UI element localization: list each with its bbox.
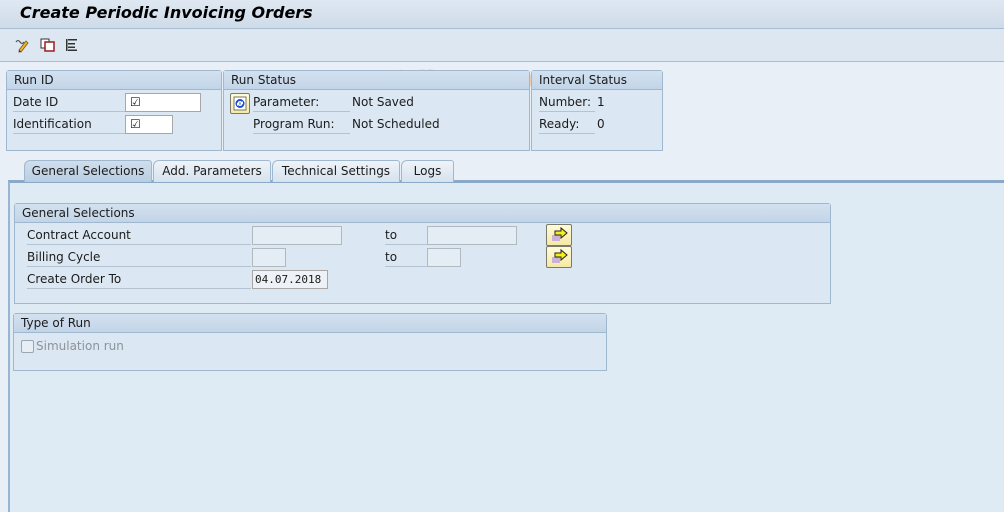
run-status-header: Run Status [224, 71, 529, 90]
contract-account-label: Contract Account [27, 226, 251, 245]
ready-value: 0 [597, 117, 605, 131]
type-of-run-header: Type of Run [14, 314, 606, 333]
identification-field[interactable]: ☑ [125, 115, 173, 134]
create-order-to-label: Create Order To [27, 270, 251, 289]
program-run-label: Program Run: [253, 115, 350, 134]
billing-cycle-multiple-selection-button[interactable] [546, 246, 572, 268]
application-toolbar: © www.tutorialkart.com [0, 29, 1004, 91]
copy-icon[interactable] [40, 37, 56, 53]
simulation-run-label: Simulation run [36, 339, 124, 353]
general-selections-group: General Selections Contract Account to B… [14, 203, 831, 304]
refresh-icon [233, 96, 247, 111]
identification-label: Identification [13, 115, 125, 134]
interval-status-group: Interval Status Number: 1 Ready: 0 [531, 70, 663, 151]
number-value: 1 [597, 95, 605, 109]
simulation-run-checkbox[interactable] [21, 340, 34, 353]
date-id-label: Date ID [13, 93, 125, 112]
list-icon[interactable] [64, 37, 80, 53]
tab-logs[interactable]: Logs [401, 160, 454, 182]
parameter-label: Parameter: [253, 93, 350, 112]
tab-technical-settings[interactable]: Technical Settings [272, 160, 400, 182]
title-bar: Create Periodic Invoicing Orders [0, 0, 1004, 29]
contract-account-to-label: to [385, 226, 427, 245]
tab-general-selections[interactable]: General Selections [24, 160, 152, 182]
run-id-header: Run ID [7, 71, 221, 90]
tab-add-parameters[interactable]: Add. Parameters [153, 160, 271, 182]
type-of-run-group: Type of Run Simulation run [13, 313, 607, 371]
contract-account-from-field[interactable] [252, 226, 342, 245]
number-label: Number: [539, 93, 595, 112]
contract-account-to-field[interactable] [427, 226, 517, 245]
billing-cycle-from-field[interactable] [252, 248, 286, 267]
page-title: Create Periodic Invoicing Orders [20, 3, 313, 22]
billing-cycle-to-label: to [385, 248, 427, 267]
billing-cycle-label: Billing Cycle [27, 248, 251, 267]
create-order-to-field[interactable]: 04.07.2018 [252, 270, 328, 289]
program-run-value: Not Scheduled [352, 117, 440, 131]
contract-account-multiple-selection-button[interactable] [546, 224, 572, 246]
interval-status-header: Interval Status [532, 71, 662, 90]
tab-strip: General Selections Add. Parameters Techn… [8, 160, 1004, 182]
ready-label: Ready: [539, 115, 595, 134]
run-status-group: Run Status Parameter: Not Saved Program … [223, 70, 530, 151]
refresh-status-button[interactable] [230, 93, 250, 114]
date-id-field[interactable]: ☑ [125, 93, 201, 112]
multiple-selection-arrow-icon [552, 226, 568, 241]
billing-cycle-to-field[interactable] [427, 248, 461, 267]
multiple-selection-arrow-icon [552, 248, 568, 263]
parameter-value: Not Saved [352, 95, 414, 109]
general-selections-header: General Selections [15, 204, 830, 223]
run-id-group: Run ID Date ID ☑ Identification ☑ [6, 70, 222, 151]
edit-variant-icon[interactable] [14, 37, 30, 53]
